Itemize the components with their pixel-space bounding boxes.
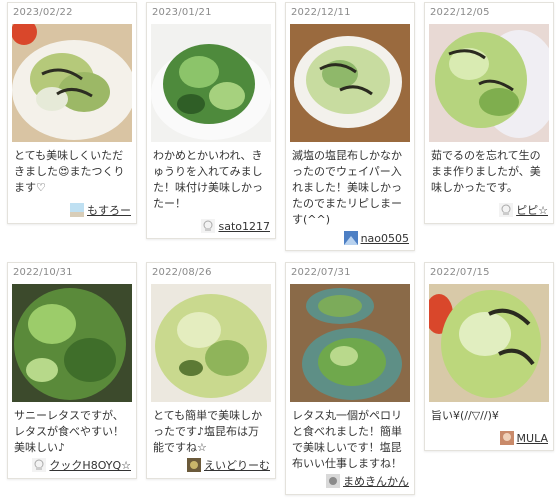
report-date: 2022/08/26 [152, 267, 212, 278]
tsukurepo-grid: 2023/02/22 とても美味しくいただきました😍またつくります♡ もすろー … [0, 0, 560, 501]
photo-avatar-icon [326, 474, 340, 488]
report-card[interactable]: 2022/12/05 茹でるのを忘れて生のまま作りましたが、美味しかったです。 … [424, 2, 554, 224]
report-author[interactable]: nao0505 [343, 231, 409, 245]
report-comment: 茹でるのを忘れて生のまま作りましたが、美味しかったです。 [431, 149, 541, 194]
report-date: 2023/01/21 [152, 7, 212, 18]
report-comment: わかめとかいわれ、きゅうりを入れてみました！味付け美味しかったー！ [153, 149, 263, 210]
author-name[interactable]: ピピ☆ [516, 202, 548, 218]
author-name[interactable]: nao0505 [361, 232, 409, 245]
report-card[interactable]: 2023/02/22 とても美味しくいただきました😍またつくります♡ もすろー [7, 2, 137, 224]
landscape-avatar-icon [70, 203, 84, 217]
author-name[interactable]: もすろー [87, 202, 131, 218]
report-date: 2022/07/15 [430, 267, 490, 278]
report-author[interactable]: もすろー [70, 202, 131, 218]
report-card[interactable]: 2022/07/15 旨い¥(//▽//)¥ MULA [424, 262, 554, 451]
report-card[interactable]: 2022/10/31 サニーレタスですが、レタスが食べやすい！美味しい♪ クック… [7, 262, 137, 479]
report-date: 2022/10/31 [13, 267, 73, 278]
report-comment: 旨い¥(//▽//)¥ [431, 409, 499, 422]
author-name[interactable]: クックH8OYQ☆ [49, 457, 131, 473]
photo-avatar-icon [499, 431, 514, 445]
dish-photo[interactable] [151, 284, 271, 402]
report-card[interactable]: 2022/08/26 とても簡単で美味しかったです♪塩昆布は万能ですね☆ えいど… [146, 262, 276, 479]
report-card[interactable]: 2023/01/21 わかめとかいわれ、きゅうりを入れてみました！味付け美味しか… [146, 2, 276, 239]
dish-photo[interactable] [12, 24, 132, 142]
dish-photo[interactable] [151, 24, 271, 142]
report-author[interactable]: クックH8OYQ☆ [32, 457, 131, 473]
report-author[interactable]: えいどりーむ [187, 457, 270, 473]
dish-photo[interactable] [12, 284, 132, 402]
dish-photo[interactable] [429, 284, 549, 402]
author-name[interactable]: MULA [517, 432, 548, 445]
default-chef-avatar-icon [499, 203, 514, 217]
author-name[interactable]: sato1217 [218, 220, 270, 233]
report-author[interactable]: まめきんかん [326, 473, 409, 489]
default-chef-avatar-icon [32, 458, 47, 472]
report-author[interactable]: ピピ☆ [499, 202, 548, 218]
report-card[interactable]: 2022/12/11 滅塩の塩昆布しかなかったのでウェイパー入れました！美味しか… [285, 2, 415, 251]
report-date: 2022/12/05 [430, 7, 490, 18]
photo-avatar-icon [187, 458, 201, 472]
dish-photo[interactable] [429, 24, 549, 142]
report-comment: 滅塩の塩昆布しかなかったのでウェイパー入れました！美味しかったのでまたリピしまー… [292, 149, 402, 226]
report-comment: サニーレタスですが、レタスが食べやすい！美味しい♪ [14, 409, 124, 454]
dish-photo[interactable] [290, 24, 410, 142]
report-date: 2022/12/11 [291, 7, 351, 18]
report-author[interactable]: sato1217 [201, 219, 270, 233]
report-card[interactable]: 2022/07/31 レタス丸一個がペロリと食べれました！簡単で美味しいです！塩… [285, 262, 415, 495]
report-comment: とても美味しくいただきました😍またつくります♡ [14, 149, 125, 194]
author-name[interactable]: えいどりーむ [204, 457, 270, 473]
dish-photo[interactable] [290, 284, 410, 402]
report-comment: とても簡単で美味しかったです♪塩昆布は万能ですね☆ [153, 409, 263, 454]
report-date: 2023/02/22 [13, 7, 73, 18]
blue-avatar-icon [343, 231, 358, 245]
default-chef-avatar-icon [201, 219, 216, 233]
report-author[interactable]: MULA [499, 431, 548, 445]
report-comment: レタス丸一個がペロリと食べれました！簡単で美味しいです！塩昆布いい仕事しますね！ [292, 409, 402, 470]
author-name[interactable]: まめきんかん [343, 473, 409, 489]
report-date: 2022/07/31 [291, 267, 351, 278]
